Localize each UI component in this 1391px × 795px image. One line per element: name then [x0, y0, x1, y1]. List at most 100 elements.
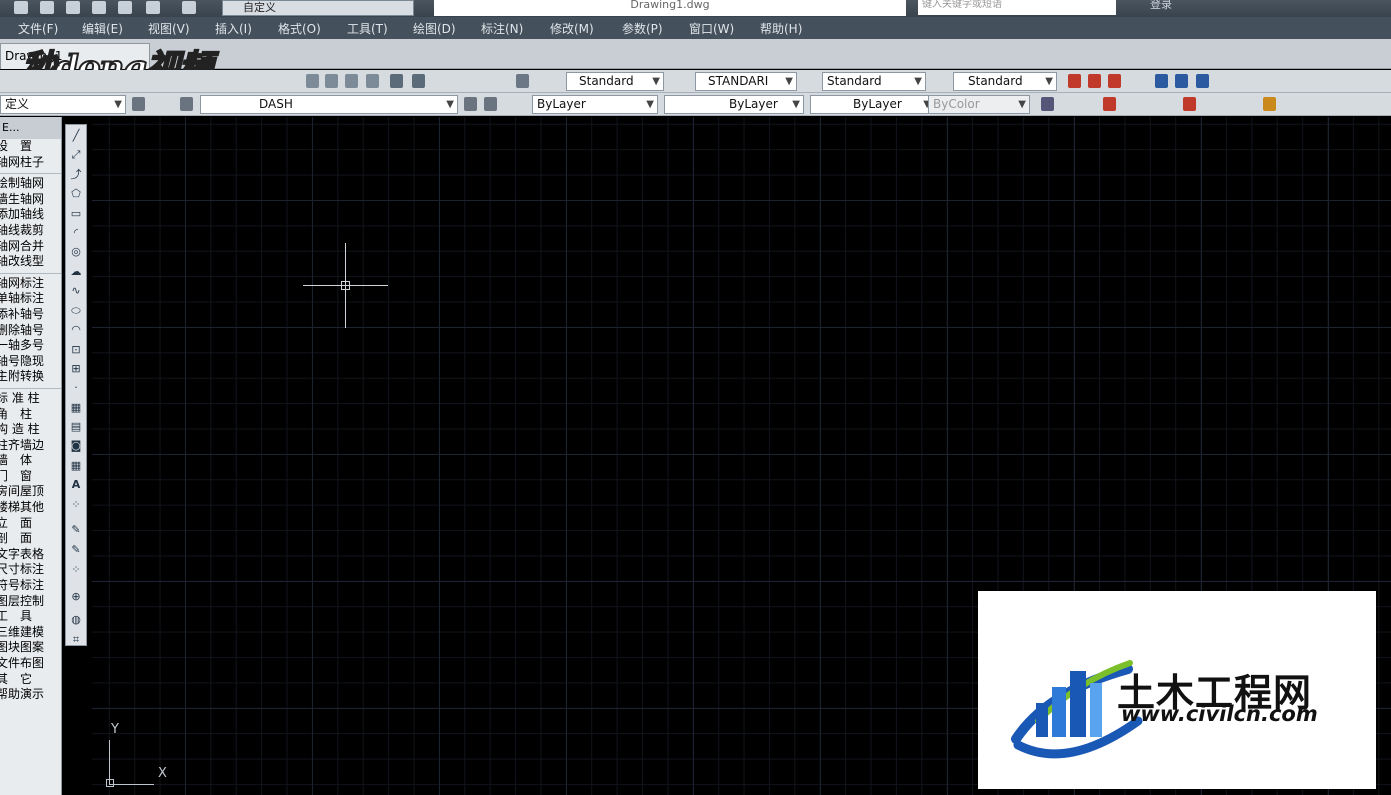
polygon-icon[interactable]: ⬠: [69, 187, 83, 201]
panel-item[interactable]: 标 准 柱: [0, 391, 61, 407]
panel-item[interactable]: 文件布图: [0, 656, 61, 672]
panel-item[interactable]: 绘制轴网: [0, 176, 61, 192]
panel-item[interactable]: 三维建模: [0, 625, 61, 641]
menu-item-insert[interactable]: 插入(I): [215, 20, 252, 37]
save-as-icon[interactable]: [92, 1, 106, 14]
axis-icon[interactable]: [1088, 74, 1101, 88]
layer-select[interactable]: DASH ▼: [200, 95, 458, 114]
panel-item[interactable]: 房间屋顶: [0, 484, 61, 500]
panel-item[interactable]: 门 窗: [0, 469, 61, 485]
table-icon[interactable]: ▦: [69, 459, 83, 473]
block-tool-icon[interactable]: [1263, 97, 1276, 111]
panel-item[interactable]: 删除轴号: [0, 323, 61, 339]
panel-item[interactable]: 轴改线型: [0, 254, 61, 270]
help-icon[interactable]: [516, 74, 529, 88]
panel-item[interactable]: 柱齐墙边: [0, 438, 61, 454]
undo-icon[interactable]: [146, 1, 160, 14]
dim-icon[interactable]: ⌗: [69, 633, 83, 647]
panel-item[interactable]: 轴号隐现: [0, 354, 61, 370]
panel-item[interactable]: 轴线裁剪: [0, 223, 61, 239]
login-button[interactable]: 登录: [1150, 0, 1172, 10]
panel-item[interactable]: 工 具: [0, 609, 61, 625]
lock-icon[interactable]: ⊕: [69, 590, 83, 604]
layer-previous-icon[interactable]: [484, 97, 497, 111]
circle-icon[interactable]: ◎: [69, 245, 83, 259]
snap-icon[interactable]: ✎: [69, 523, 83, 537]
door-icon[interactable]: [1196, 74, 1209, 88]
design-center-icon[interactable]: [412, 74, 425, 88]
grid-tool-icon[interactable]: [1103, 97, 1116, 111]
text-style-select[interactable]: Standard ▼: [566, 72, 664, 91]
snap2-icon[interactable]: ✎: [69, 543, 83, 557]
menu-item-file[interactable]: 文件(F): [18, 20, 58, 37]
menu-item-dimension[interactable]: 标注(N): [481, 20, 523, 37]
menu-item-draw[interactable]: 绘图(D): [413, 20, 456, 37]
panel-item-settings[interactable]: 设 置: [0, 139, 61, 155]
column-icon[interactable]: [1108, 74, 1121, 88]
zoom-realtime-icon[interactable]: [325, 74, 338, 88]
dimension-icon[interactable]: [1155, 74, 1168, 88]
construction-line-icon[interactable]: ⤢: [69, 148, 83, 162]
panel-item[interactable]: 主附转换: [0, 369, 61, 385]
panel-item[interactable]: 添加轴线: [0, 207, 61, 223]
gradient-icon[interactable]: ▤: [69, 420, 83, 434]
menu-item-parametric[interactable]: 参数(P): [622, 20, 663, 37]
color-select[interactable]: ByLayer ▼: [532, 95, 658, 114]
panel-item[interactable]: 文字表格: [0, 547, 61, 563]
ellipse-icon[interactable]: ⬭: [69, 304, 83, 318]
save-icon[interactable]: [66, 1, 80, 14]
search-input[interactable]: 键入关键字或短语: [918, 0, 1116, 15]
settings-icon[interactable]: [132, 97, 145, 111]
menu-item-edit[interactable]: 编辑(E): [82, 20, 123, 37]
region-icon[interactable]: ◙: [69, 439, 83, 453]
workspace-select-2[interactable]: 定义 ▼: [0, 95, 126, 114]
panel-item[interactable]: 图层控制: [0, 594, 61, 610]
linetype-select[interactable]: ByLayer ▼: [664, 95, 804, 114]
spline-icon[interactable]: ∿: [69, 284, 83, 298]
menu-item-modify[interactable]: 修改(M): [550, 20, 594, 37]
multileader-style-select[interactable]: Standard ▼: [953, 72, 1057, 91]
menu-item-view[interactable]: 视图(V): [148, 20, 190, 37]
menu-item-help[interactable]: 帮助(H): [760, 20, 802, 37]
rectangle-icon[interactable]: ▭: [69, 207, 83, 221]
open-file-icon[interactable]: [40, 1, 54, 14]
wall-icon[interactable]: [1175, 74, 1188, 88]
polyline-icon[interactable]: ⤴: [69, 168, 83, 182]
make-block-icon[interactable]: ⊞: [69, 362, 83, 376]
modify-tool-icon[interactable]: [1041, 97, 1054, 111]
menu-item-format[interactable]: 格式(O): [278, 20, 321, 37]
panel-item[interactable]: 尺寸标注: [0, 562, 61, 578]
properties-icon[interactable]: [390, 74, 403, 88]
menu-item-tools[interactable]: 工具(T): [347, 20, 388, 37]
panel-item[interactable]: 构 造 柱: [0, 422, 61, 438]
workspace-select[interactable]: 自定义: [222, 0, 414, 16]
panel-item[interactable]: 帮助演示: [0, 687, 61, 703]
panel-item[interactable]: 图块图案: [0, 640, 61, 656]
arc-icon[interactable]: ◜: [69, 226, 83, 240]
point-icon[interactable]: ·: [69, 381, 83, 395]
redo-icon[interactable]: [182, 1, 196, 14]
panel-item[interactable]: 添补轴号: [0, 307, 61, 323]
panel-item[interactable]: 角 柱: [0, 407, 61, 423]
dim-style-select[interactable]: STANDARI ▼: [695, 72, 797, 91]
insert-block-icon[interactable]: ⊡: [69, 343, 83, 357]
add-selected-icon[interactable]: ⁘: [69, 498, 83, 512]
globe-icon[interactable]: ◍: [69, 613, 83, 627]
ellipse-arc-icon[interactable]: ◠: [69, 323, 83, 337]
zoom-window-icon[interactable]: [345, 74, 358, 88]
panel-item[interactable]: 其 它: [0, 672, 61, 688]
make-current-layer-icon[interactable]: [464, 97, 477, 111]
panel-item[interactable]: 墙 体: [0, 453, 61, 469]
print-icon[interactable]: [118, 1, 132, 14]
hatch-icon[interactable]: ▦: [69, 401, 83, 415]
panel-item[interactable]: 楼梯其他: [0, 500, 61, 516]
pan-icon[interactable]: [306, 74, 319, 88]
new-file-icon[interactable]: [14, 1, 28, 14]
multiline-text-icon[interactable]: A: [69, 478, 83, 492]
panel-item[interactable]: 一轴多号: [0, 338, 61, 354]
lineweight-select[interactable]: ByLayer▼: [810, 95, 935, 114]
revision-cloud-icon[interactable]: ☁: [69, 265, 83, 279]
section-tool-icon[interactable]: [1183, 97, 1196, 111]
layer-manager-icon[interactable]: [180, 97, 193, 111]
panel-item[interactable]: 轴网合并: [0, 239, 61, 255]
